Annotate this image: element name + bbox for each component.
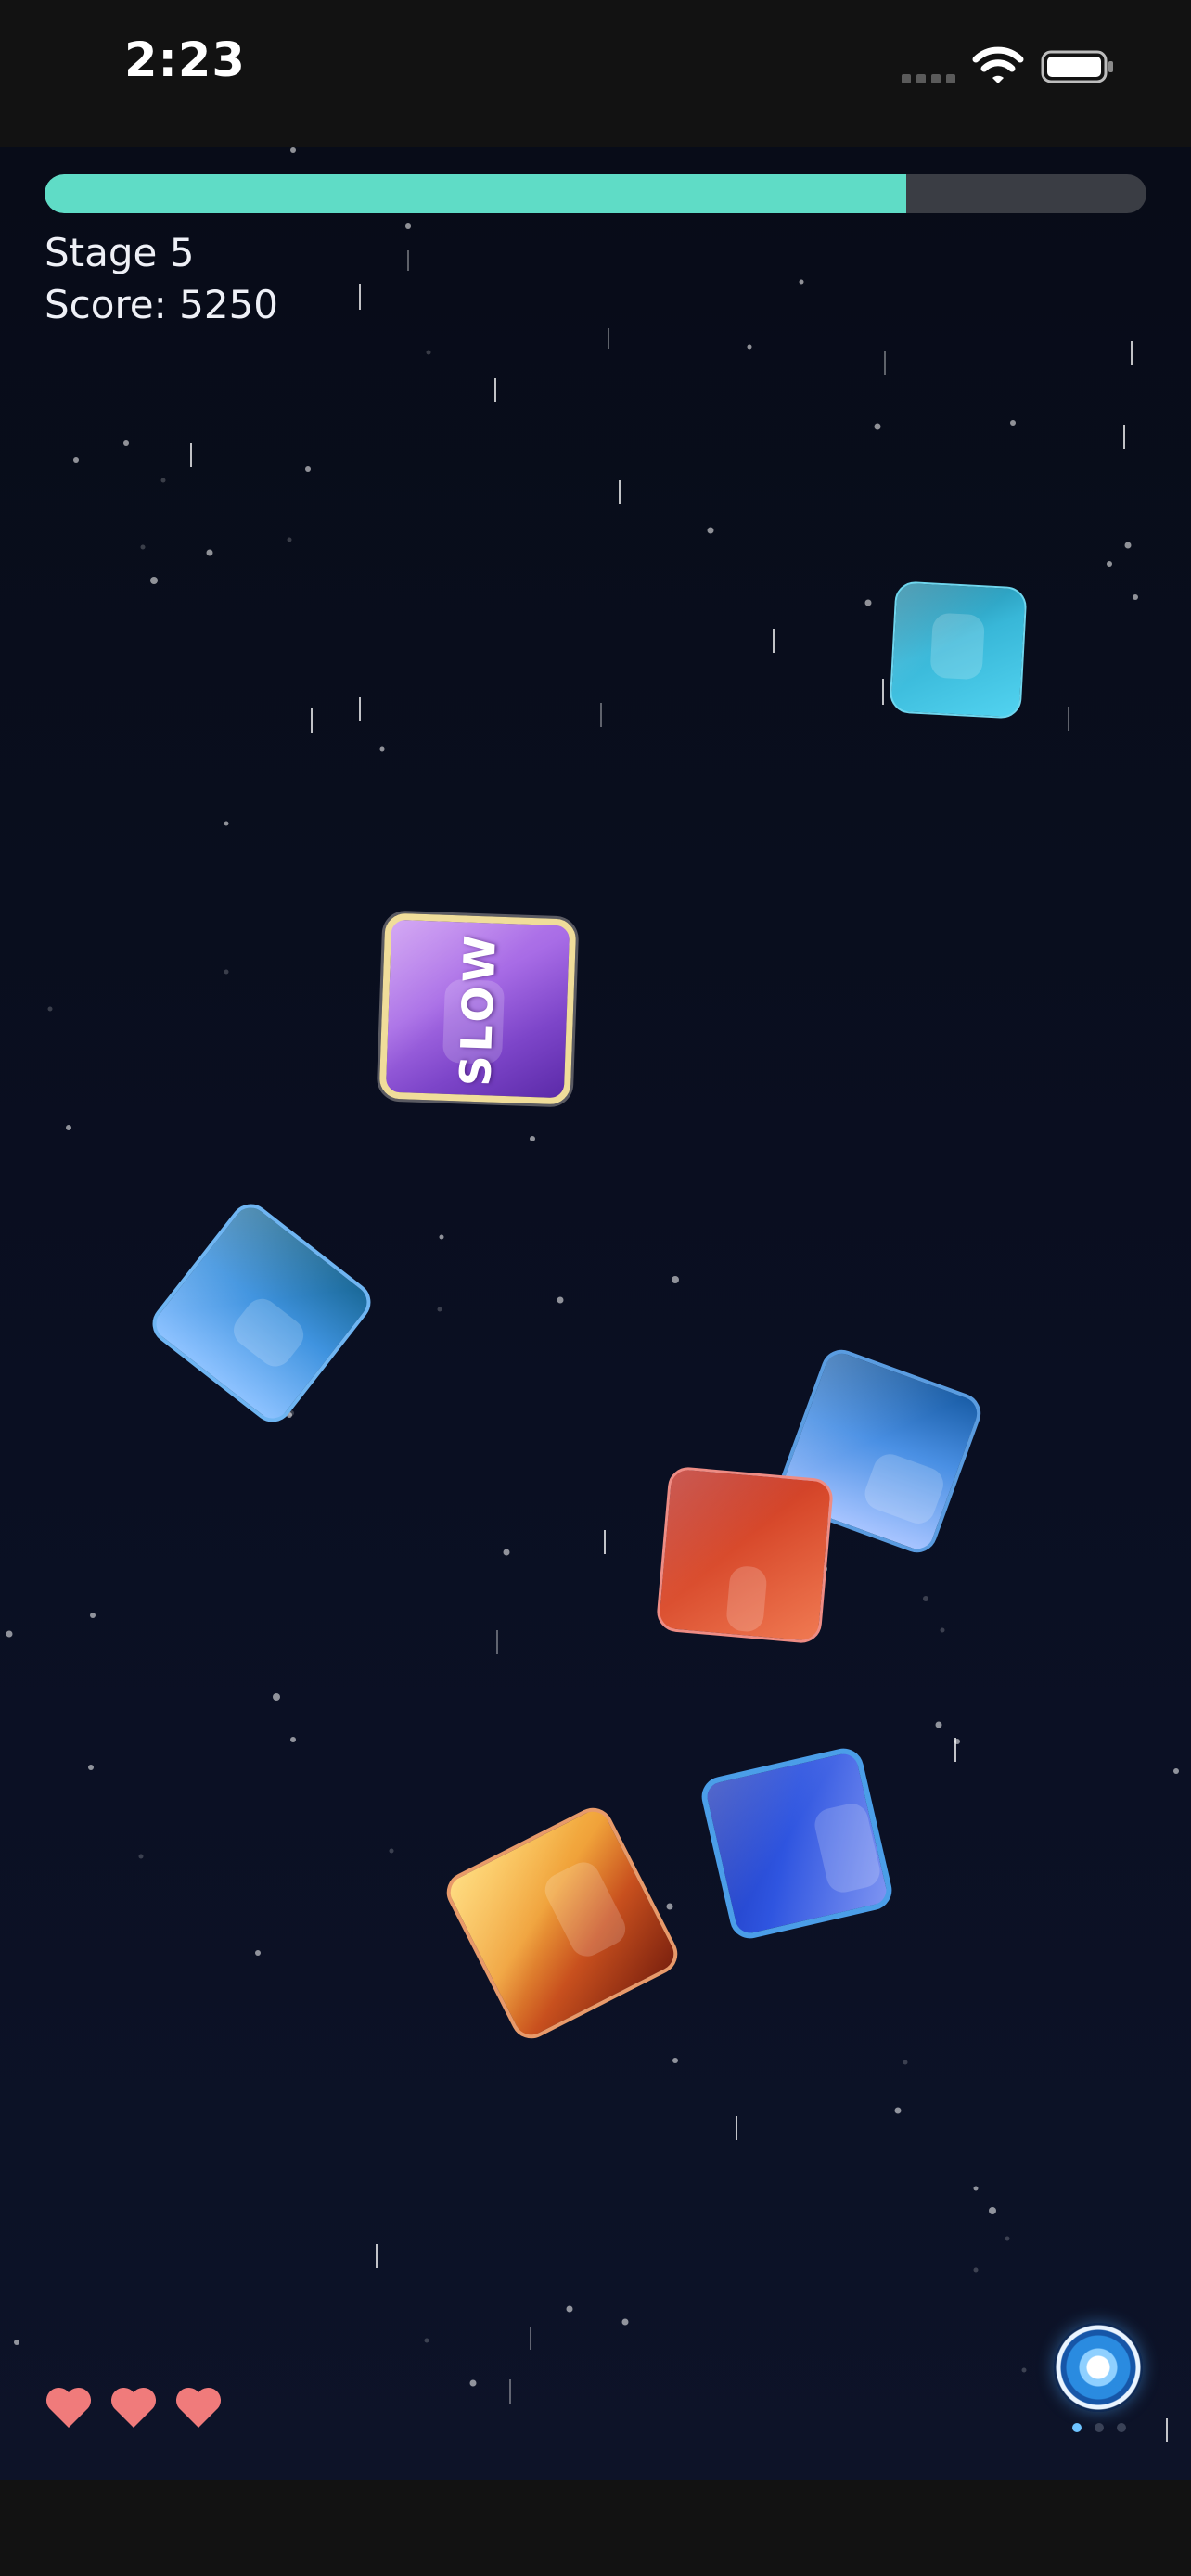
page-dot — [1117, 2423, 1126, 2432]
battery-icon — [1041, 50, 1113, 83]
stage-label: Stage 5 — [45, 230, 195, 275]
cyan-block[interactable] — [889, 580, 1028, 720]
ability-orb-button[interactable] — [1054, 2323, 1143, 2412]
red-block[interactable] — [655, 1465, 835, 1645]
status-time: 2:23 — [124, 33, 246, 88]
status-bar: 2:23 — [0, 0, 1191, 147]
wifi-icon — [972, 46, 1024, 83]
slow-powerup-block[interactable]: SLOW — [378, 912, 577, 1105]
heart-icon — [175, 2387, 222, 2428]
page-dot-active — [1072, 2423, 1082, 2432]
page-dot — [1095, 2423, 1104, 2432]
bottom-bar — [0, 2480, 1191, 2576]
game-area[interactable]: Stage 5 Score: 5250 SLOW — [0, 147, 1191, 2480]
score-label: Score: 5250 — [45, 282, 279, 327]
stage-progress-fill — [45, 174, 907, 213]
ability-page-dots — [1069, 2423, 1135, 2434]
heart-icon — [45, 2387, 92, 2428]
slow-label: SLOW — [450, 930, 506, 1088]
heart-icon — [110, 2387, 157, 2428]
cellular-signal-icon — [902, 74, 959, 83]
stage-progress-bar — [45, 174, 1146, 213]
